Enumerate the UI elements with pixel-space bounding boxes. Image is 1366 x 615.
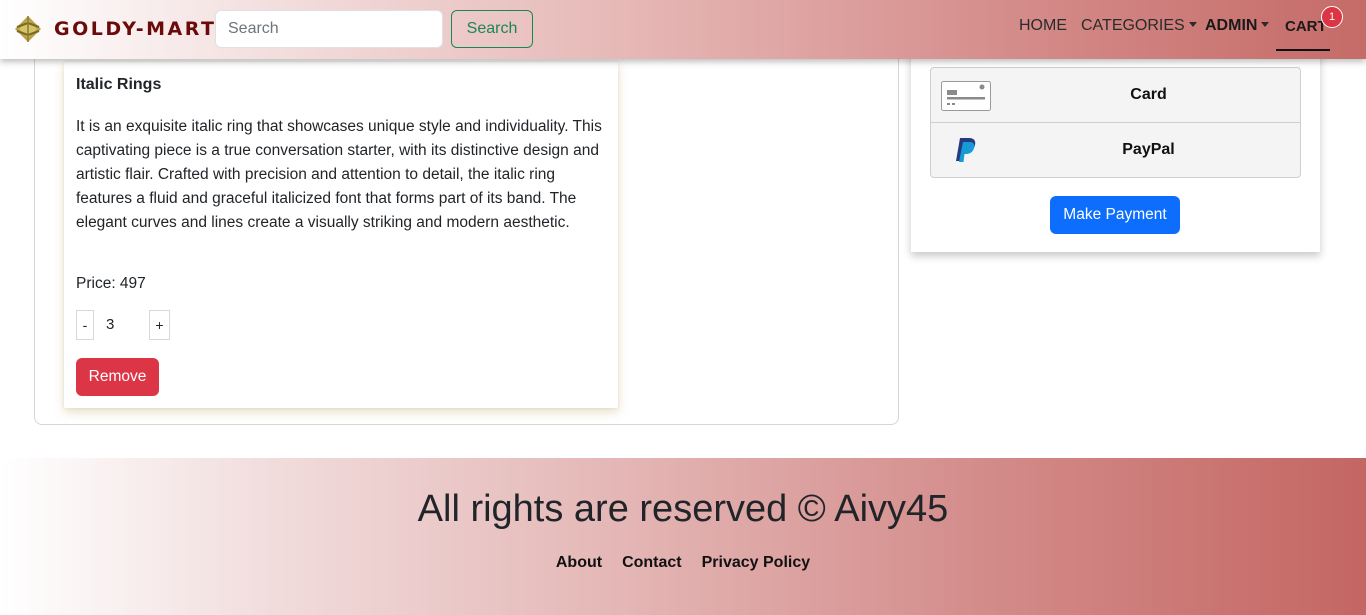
brand-logo-icon <box>15 16 41 42</box>
nav-categories-dropdown[interactable]: CATEGORIES <box>1081 17 1197 35</box>
caret-down-icon <box>1261 22 1270 27</box>
brand-name: GOLDY-MART <box>54 18 217 40</box>
payment-panel: Card PayPal Make Payment <box>911 40 1320 252</box>
nav-categories-label: CATEGORIES <box>1081 17 1185 34</box>
remove-button[interactable]: Remove <box>76 358 159 396</box>
navbar: GOLDY-MART Search Search HOME CATEGORIES… <box>0 0 1366 59</box>
nav-cart-label: CART <box>1285 18 1327 35</box>
cart-count-badge: 1 <box>1321 6 1343 28</box>
footer-link-contact[interactable]: Contact <box>622 554 682 572</box>
payment-option-paypal[interactable]: PayPal <box>930 123 1301 178</box>
product-description: It is an exquisite italic ring that show… <box>76 118 602 231</box>
footer-links: About Contact Privacy Policy <box>0 554 1366 572</box>
active-tab-underline <box>1276 49 1330 51</box>
make-payment-button[interactable]: Make Payment <box>1050 196 1180 234</box>
footer-copyright: All rights are reserved © Aivy45 <box>417 488 949 530</box>
product-price: Price: 497 <box>76 275 146 292</box>
caret-down-icon <box>1188 22 1197 27</box>
search-button[interactable]: Search <box>451 10 533 48</box>
cart-item-card: Italic Rings It is an exquisite italic r… <box>64 62 618 408</box>
nav-admin-dropdown[interactable]: ADMIN <box>1205 17 1270 35</box>
footer-link-privacy-policy[interactable]: Privacy Policy <box>702 554 811 572</box>
payment-option-paypal-label: PayPal <box>1122 141 1175 158</box>
nav-home-label: HOME <box>1019 17 1067 34</box>
search-placeholder: Search <box>228 20 279 37</box>
quantity-decrease-button[interactable]: - <box>76 310 94 340</box>
brand[interactable]: GOLDY-MART <box>12 12 216 46</box>
payment-option-card[interactable]: Card <box>930 67 1301 123</box>
search-input[interactable]: Search <box>215 10 443 48</box>
product-name: Italic Rings <box>76 76 162 93</box>
footer-link-about[interactable]: About <box>556 554 602 572</box>
payment-option-card-label: Card <box>1130 86 1167 103</box>
quantity-increase-button[interactable]: + <box>149 310 170 340</box>
nav-home[interactable]: HOME <box>1019 17 1067 35</box>
nav-admin-label: ADMIN <box>1205 17 1258 34</box>
footer: All rights are reserved © Aivy45 About C… <box>0 458 1366 615</box>
quantity-value: 3 <box>106 316 115 333</box>
nav-cart[interactable]: CART <box>1285 18 1327 35</box>
